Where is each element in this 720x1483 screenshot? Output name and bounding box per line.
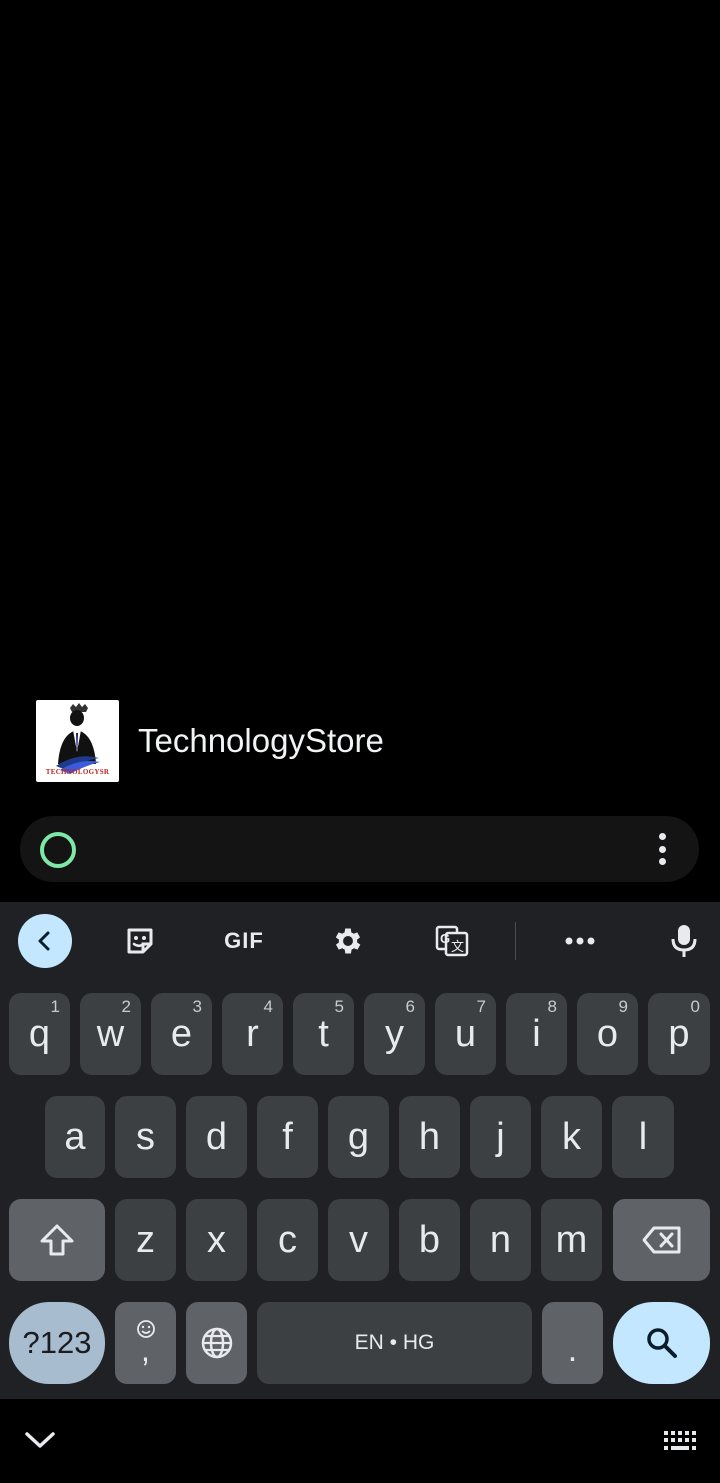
back-button[interactable]	[18, 914, 72, 968]
toolbar-divider	[515, 922, 516, 960]
more-button[interactable]	[558, 914, 602, 968]
mic-icon	[671, 925, 697, 957]
sticker-icon	[127, 928, 153, 954]
key-m[interactable]: m	[541, 1199, 602, 1281]
keyboard-switcher-icon[interactable]	[662, 1429, 700, 1453]
search-icon	[646, 1328, 677, 1358]
more-options-icon[interactable]	[653, 833, 671, 865]
gif-label: GIF	[224, 928, 264, 953]
key-s[interactable]: s	[115, 1096, 176, 1178]
chevron-left-icon	[38, 931, 50, 951]
key-i[interactable]: i8	[506, 993, 567, 1075]
shift-key[interactable]	[9, 1199, 105, 1281]
emoji-comma-key[interactable]: ,	[115, 1302, 176, 1384]
key-d[interactable]: d	[186, 1096, 247, 1178]
logo-wordmark: TECHNOLOGYSR	[45, 768, 110, 776]
key-q[interactable]: q1	[9, 993, 70, 1075]
svg-text:文: 文	[451, 940, 464, 955]
search-input[interactable]	[100, 826, 624, 874]
key-b[interactable]: b	[399, 1199, 460, 1281]
sticker-button[interactable]	[118, 914, 162, 968]
key-z[interactable]: z	[115, 1199, 176, 1281]
svg-text:G: G	[440, 931, 450, 946]
period-key[interactable]: .	[542, 1302, 603, 1384]
more-horizontal-icon	[565, 937, 595, 945]
symbols-key[interactable]: ?123	[9, 1302, 105, 1384]
app-header: TECHNOLOGYSR TechnologyStore	[36, 700, 384, 782]
key-c[interactable]: c	[257, 1199, 318, 1281]
key-y[interactable]: y6	[364, 993, 425, 1075]
hide-keyboard-icon[interactable]	[24, 1429, 56, 1451]
keyboard: GIF G 文 q1 w2 e3 r4 t5 y6 u7 i8 o9 p0 a	[0, 902, 720, 1399]
gif-button[interactable]: GIF	[214, 914, 274, 968]
voice-input-button[interactable]	[662, 914, 706, 968]
search-bar[interactable]	[20, 816, 699, 882]
key-f[interactable]: f	[257, 1096, 318, 1178]
key-g[interactable]: g	[328, 1096, 389, 1178]
key-v[interactable]: v	[328, 1199, 389, 1281]
gear-icon	[335, 928, 361, 954]
key-r[interactable]: r4	[222, 993, 283, 1075]
shift-icon	[40, 1224, 74, 1256]
key-p[interactable]: p0	[648, 993, 710, 1075]
assistant-icon[interactable]	[40, 832, 76, 868]
navigation-bar	[0, 1399, 720, 1483]
language-key[interactable]	[186, 1302, 247, 1384]
key-w[interactable]: w2	[80, 993, 141, 1075]
app-name: TechnologyStore	[138, 722, 384, 759]
app-logo: TECHNOLOGYSR	[36, 700, 119, 782]
key-h[interactable]: h	[399, 1096, 460, 1178]
key-j[interactable]: j	[470, 1096, 531, 1178]
search-action-key[interactable]	[613, 1302, 710, 1384]
translate-icon: G 文	[435, 925, 469, 957]
key-n[interactable]: n	[470, 1199, 531, 1281]
key-k[interactable]: k	[541, 1096, 602, 1178]
key-u[interactable]: u7	[435, 993, 496, 1075]
backspace-key[interactable]	[613, 1199, 710, 1281]
key-t[interactable]: t5	[293, 993, 354, 1075]
key-e[interactable]: e3	[151, 993, 212, 1075]
key-l[interactable]: l	[612, 1096, 674, 1178]
settings-button[interactable]	[326, 914, 370, 968]
key-a[interactable]: a	[45, 1096, 105, 1178]
space-key[interactable]: EN • HG	[257, 1302, 532, 1384]
key-x[interactable]: x	[186, 1199, 247, 1281]
key-o[interactable]: o9	[577, 993, 638, 1075]
globe-icon	[201, 1327, 232, 1359]
backspace-icon	[642, 1226, 680, 1254]
translate-button[interactable]: G 文	[430, 914, 474, 968]
